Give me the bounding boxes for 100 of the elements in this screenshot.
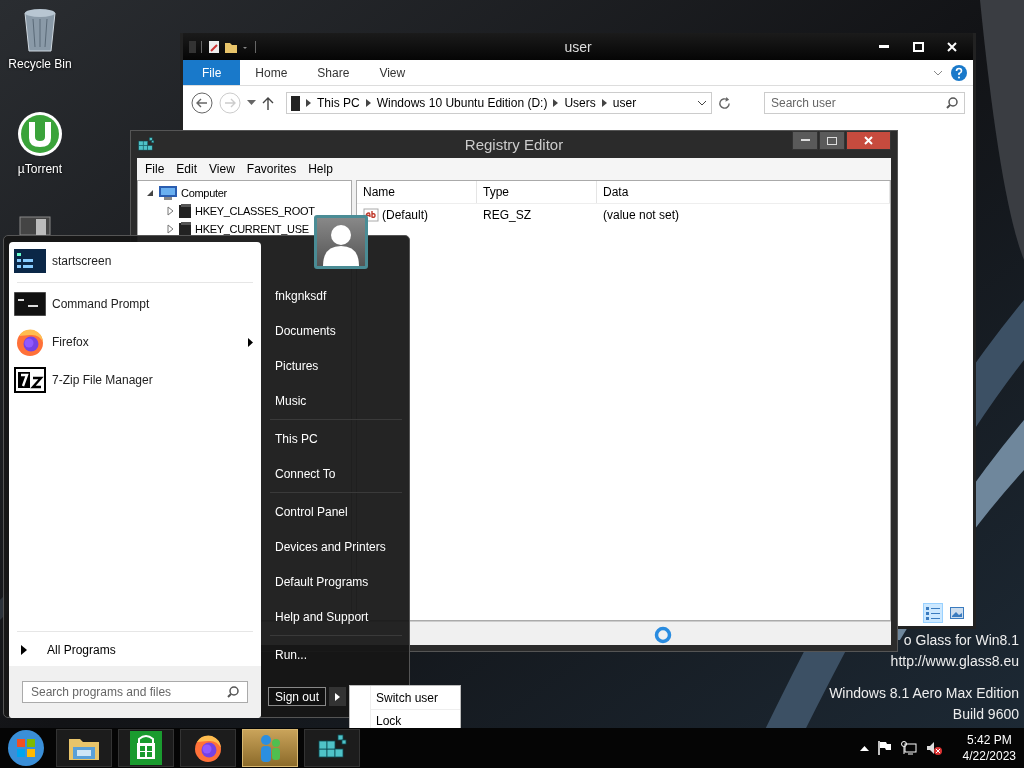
start-menu-link[interactable]: Pictures [266,348,406,383]
torrent-icon [16,110,64,158]
close-icon [947,41,957,52]
menu-item[interactable]: Favorites [240,162,303,176]
back-icon[interactable] [191,92,213,114]
table-cell-text: REG_SZ [482,208,532,222]
cube-icon [178,203,192,219]
shopping-bag-icon [130,731,162,765]
terminal-icon [14,292,46,316]
shortcut-icon [18,215,52,235]
start-menu-link[interactable]: fnkgnksdf [266,278,406,313]
taskbar-button[interactable] [56,729,112,767]
details-view-button[interactable] [923,603,943,623]
search-icon [946,97,958,109]
refresh-icon[interactable] [718,96,731,110]
desktop-watermark-text: http://www.glass8.eu [890,652,1019,671]
flag-icon[interactable] [877,741,892,755]
arrow-right-icon [335,692,341,701]
volume-muted-icon[interactable] [925,741,942,755]
menu-item[interactable]: Edit [170,162,204,176]
ribbon-tab[interactable]: File [183,60,241,85]
all-programs-item[interactable]: All Programs [9,634,122,666]
drive-icon [291,95,300,111]
column-header[interactable]: Name [357,181,477,203]
dropdown-icon[interactable] [247,100,256,106]
column-header[interactable]: Data [597,181,890,203]
search-field[interactable]: Search programs and files [22,681,248,703]
start-menu-link[interactable]: Run... [266,637,406,672]
menu-item[interactable]: Switch user [370,686,460,709]
chevron-right-icon[interactable] [601,99,607,107]
ribbon-tab[interactable]: Home [240,60,303,85]
ribbon-tab[interactable]: View [364,60,421,85]
busy-cursor-icon [654,626,672,644]
desktop-icon-label[interactable]: Recycle Bin [8,57,72,71]
minimize-icon [879,44,889,49]
archive-icon [14,367,46,393]
tree-item[interactable]: HKEY_CURRENT_USE [195,223,309,235]
network-icon[interactable] [900,741,917,755]
search-field[interactable]: Search user [764,92,965,114]
tree-item[interactable]: Computer [181,187,227,199]
start-menu-link[interactable]: This PC [266,421,406,456]
ribbon-tab[interactable]: Share [302,60,365,85]
program-item[interactable]: Firefox [9,323,261,361]
expand-icon[interactable] [166,206,175,216]
up-arrow-icon[interactable] [262,96,274,110]
start-menu-link[interactable]: Control Panel [266,494,406,529]
column-header[interactable]: Type [477,181,597,203]
desktop-watermark-text: Windows 8.1 Aero Max Edition [829,684,1019,703]
tiles-icon [14,249,46,273]
start-menu-link[interactable]: Music [266,383,406,418]
desktop-icon-label[interactable]: µTorrent [17,162,63,176]
string-value-icon [363,208,379,222]
clock-date[interactable]: 4/22/2023 [962,748,1016,764]
tree-item[interactable]: HKEY_CLASSES_ROOT [195,205,315,217]
program-item[interactable]: 7-Zip File Manager [9,361,261,399]
menu-item[interactable]: File [139,162,171,176]
search-icon [227,686,239,698]
menu-item[interactable]: View [203,162,241,176]
computer-icon [158,185,178,201]
close-button[interactable] [846,131,891,150]
start-orb-icon[interactable] [6,728,46,768]
address-bar[interactable]: This PC Windows 10 Ubuntu Edition (D:) Users user [286,92,712,114]
collapse-icon[interactable] [146,188,155,198]
taskbar-button[interactable] [118,729,174,767]
table-cell: (Default) [382,208,428,222]
show-hidden-icons-icon[interactable] [859,745,869,751]
user-silhouette-icon [321,222,361,266]
minimize-button[interactable] [792,131,818,150]
chevron-right-icon[interactable] [553,99,559,107]
arrow-right-icon [21,645,27,655]
maximize-icon [827,136,837,145]
maximize-icon [912,41,924,52]
start-menu-link[interactable]: Default Programs [266,564,406,599]
chevron-down-icon[interactable] [697,100,707,106]
desktop-watermark-text: o Glass for Win8.1 [903,631,1019,650]
window-title: Registry Editor [463,136,565,153]
window-title: user [563,38,593,55]
maximize-button[interactable] [819,131,845,150]
taskbar-button[interactable] [180,729,236,767]
start-menu-link[interactable]: Documents [266,313,406,348]
minimize-icon [800,139,810,142]
cubes-icon [137,135,155,154]
program-item[interactable]: startscreen [9,242,261,280]
expand-icon[interactable] [166,224,175,234]
menu-item[interactable]: Help [302,162,339,176]
power-options-button[interactable] [329,687,347,706]
desktop-watermark-text: Build 9600 [952,705,1019,724]
close-icon [864,136,873,145]
program-item[interactable]: Command Prompt [9,285,261,323]
start-menu-link[interactable]: Devices and Printers [266,529,406,564]
chevron-right-icon[interactable] [365,99,371,107]
taskbar-button[interactable] [304,729,360,767]
start-menu-link[interactable]: Help and Support [266,599,406,634]
submenu-arrow-icon[interactable] [248,337,253,347]
chevron-right-icon[interactable] [306,99,311,107]
table-cell-text: (value not set) [602,208,681,222]
clock-time[interactable]: 5:42 PM [966,732,1012,748]
sign-out-button[interactable]: Sign out [268,687,327,706]
help-icon[interactable] [951,64,967,81]
start-menu-link[interactable]: Connect To [266,456,406,491]
